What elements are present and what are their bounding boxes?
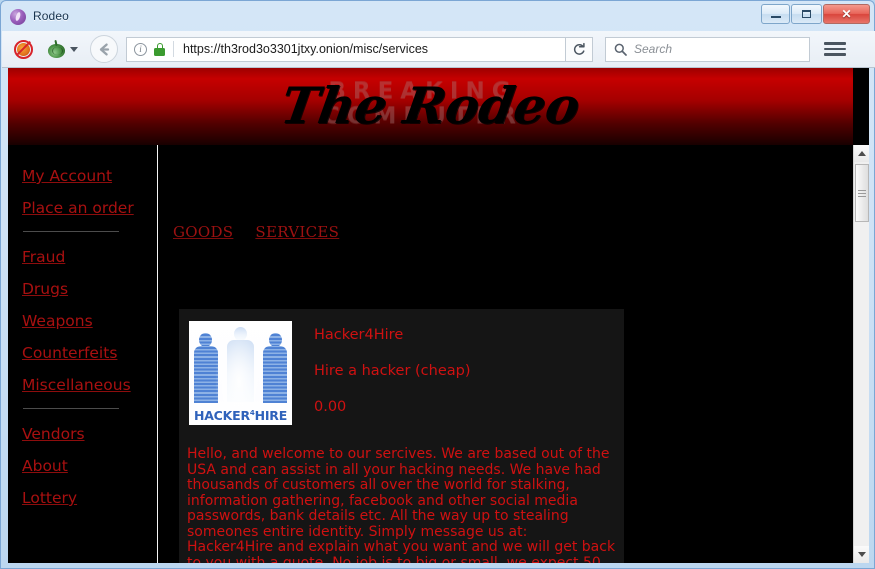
- minimize-button[interactable]: [761, 4, 790, 24]
- scrollbar-thumb[interactable]: [855, 164, 869, 222]
- maximize-button[interactable]: [791, 4, 822, 24]
- tab-goods[interactable]: GOODS: [173, 223, 233, 241]
- minimize-icon: [770, 16, 781, 18]
- sidebar-item-fraud[interactable]: Fraud: [22, 248, 65, 266]
- page-viewport: BREAKING COMPUTER The Rodeo My Account P…: [8, 68, 869, 563]
- sidebar-divider-1: [23, 231, 119, 232]
- main-content: GOODS SERVICES HACKER4HIRE Hacker4Hire H…: [159, 145, 853, 563]
- chevron-up-icon: [858, 151, 866, 156]
- listing-vendor[interactable]: Hacker4Hire: [314, 327, 471, 343]
- listing-price: 0.00: [314, 399, 347, 415]
- back-button[interactable]: [90, 35, 118, 63]
- sidebar-item-miscellaneous[interactable]: Miscellaneous: [22, 376, 131, 394]
- lock-icon: [154, 42, 165, 56]
- noscript-icon[interactable]: [14, 39, 33, 59]
- page-info-icon[interactable]: i: [134, 42, 147, 56]
- onion-icon: [48, 41, 65, 58]
- sidebar-item-vendors[interactable]: Vendors: [22, 425, 85, 443]
- search-input[interactable]: Search: [605, 36, 810, 62]
- thumbnail-brand-text: HACKER4HIRE: [193, 408, 288, 423]
- sidebar-item-my-account[interactable]: My Account: [22, 167, 112, 185]
- sidebar-item-weapons[interactable]: Weapons: [22, 312, 93, 330]
- sidebar-item-about[interactable]: About: [22, 457, 68, 475]
- hamburger-menu-icon[interactable]: [824, 42, 846, 56]
- chevron-down-icon: [70, 46, 78, 52]
- listing-thumbnail[interactable]: HACKER4HIRE: [189, 321, 292, 425]
- listing-card[interactable]: HACKER4HIRE Hacker4Hire Hire a hacker (c…: [179, 309, 624, 563]
- sidebar-item-place-an-order[interactable]: Place an order: [22, 199, 134, 217]
- tor-button[interactable]: [48, 41, 78, 58]
- tab-services[interactable]: SERVICES: [255, 223, 339, 241]
- reload-button[interactable]: [566, 36, 593, 62]
- sidebar-item-drugs[interactable]: Drugs: [22, 280, 68, 298]
- listing-title[interactable]: Hire a hacker (cheap): [314, 363, 471, 379]
- url-text[interactable]: https://th3rod3o3301jtxy.onion/misc/serv…: [183, 42, 428, 56]
- onion-app-icon: [10, 8, 26, 25]
- url-bar[interactable]: i https://th3rod3o3301jtxy.onion/misc/se…: [126, 36, 566, 62]
- site-banner: BREAKING COMPUTER The Rodeo: [8, 68, 853, 145]
- title-bar: Rodeo ✕: [1, 1, 874, 31]
- back-arrow-icon: [99, 42, 109, 56]
- close-icon: ✕: [841, 7, 852, 21]
- category-tabs: GOODS SERVICES: [173, 223, 339, 241]
- browser-window: Rodeo ✕ i https://th3rod3o3301jtxy.onion…: [0, 0, 875, 569]
- listing-description: Hello, and welcome to our sercives. We a…: [187, 446, 616, 563]
- window-controls: ✕: [761, 4, 870, 24]
- url-separator: [173, 41, 174, 57]
- search-icon: [614, 43, 627, 56]
- reload-icon: [573, 42, 585, 55]
- sidebar-divider-2: [23, 408, 119, 409]
- close-button[interactable]: ✕: [823, 4, 870, 24]
- site-logo-text: The Rodeo: [276, 76, 585, 135]
- listing-header: HACKER4HIRE Hacker4Hire Hire a hacker (c…: [179, 321, 624, 435]
- listing-meta: Hacker4Hire Hire a hacker (cheap) 0.00: [314, 321, 471, 435]
- browser-toolbar: i https://th3rod3o3301jtxy.onion/misc/se…: [2, 31, 875, 68]
- scroll-down-button[interactable]: [854, 546, 869, 563]
- scroll-up-button[interactable]: [854, 145, 869, 162]
- sidebar-item-counterfeits[interactable]: Counterfeits: [22, 344, 117, 362]
- sidebar: My Account Place an order Fraud Drugs We…: [8, 145, 158, 563]
- page-scrollbar[interactable]: [853, 145, 869, 563]
- maximize-icon: [802, 10, 811, 18]
- search-placeholder: Search: [634, 42, 673, 56]
- chevron-down-icon: [858, 552, 866, 557]
- window-title: Rodeo: [33, 9, 69, 23]
- sidebar-item-lottery[interactable]: Lottery: [22, 489, 77, 507]
